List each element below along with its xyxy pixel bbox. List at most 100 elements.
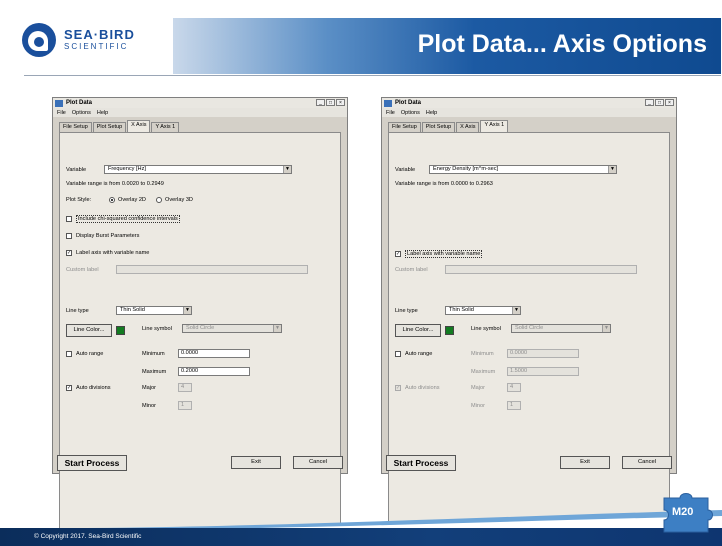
slide-title: Plot Data... Axis Options xyxy=(417,30,707,58)
overlay-2d-label: Overlay 2D xyxy=(118,197,146,203)
minor-field[interactable]: 1 xyxy=(178,401,192,410)
chevron-down-icon: ▼ xyxy=(283,166,291,173)
menu-bar: File Options Help xyxy=(53,108,347,117)
variable-value: Energy Density [m^m-sec] xyxy=(433,166,499,172)
chevron-down-icon: ▼ xyxy=(273,325,281,332)
auto-divisions-checkbox[interactable]: ✓ xyxy=(66,385,72,391)
menu-file[interactable]: File xyxy=(57,110,66,116)
minimize-button[interactable]: _ xyxy=(316,99,325,106)
chi-squared-label: Include chi-squared confidence intervals xyxy=(76,215,180,223)
tab-y-axis-1[interactable]: Y Axis 1 xyxy=(480,120,509,132)
menu-options[interactable]: Options xyxy=(401,110,420,116)
custom-label-label: Custom label xyxy=(395,267,428,273)
cancel-button[interactable]: Cancel xyxy=(293,456,343,469)
start-process-button[interactable]: Start Process xyxy=(386,455,456,471)
exit-button[interactable]: Exit xyxy=(560,456,610,469)
minor-field[interactable]: 1 xyxy=(507,401,521,410)
y-axis-panel: Variable Energy Density [m^m-sec] ▼ Vari… xyxy=(388,132,670,545)
line-color-swatch xyxy=(445,326,454,335)
major-field[interactable]: 4 xyxy=(178,383,192,392)
logo-line-1: SEA·BIRD xyxy=(64,27,135,42)
label-axis-checkbox[interactable]: ✓ xyxy=(66,250,72,256)
auto-range-label: Auto range xyxy=(76,351,104,357)
module-badge-label: M20 xyxy=(672,506,694,518)
overlay-2d-radio[interactable] xyxy=(109,197,115,203)
overlay-3d-radio[interactable] xyxy=(156,197,162,203)
maximize-button[interactable]: □ xyxy=(326,99,335,106)
overlay-3d-label: Overlay 3D xyxy=(165,197,193,203)
label-axis-checkbox[interactable]: ✓ xyxy=(395,251,401,257)
window-titlebar: Plot Data _ □ × xyxy=(382,98,676,108)
tab-strip: File Setup Plot Setup X Axis Y Axis 1 xyxy=(388,120,509,132)
major-field[interactable]: 4 xyxy=(507,383,521,392)
plot-data-window-x-axis: Plot Data _ □ × File Options Help File S… xyxy=(52,97,348,545)
minimum-field[interactable]: 0.0000 xyxy=(507,349,579,358)
close-button[interactable]: × xyxy=(665,99,674,106)
tab-plot-setup[interactable]: Plot Setup xyxy=(92,122,127,132)
minimum-field[interactable]: 0.0000 xyxy=(178,349,250,358)
plot-data-window-y-axis: Plot Data _ □ × File Options Help File S… xyxy=(381,97,677,545)
maximum-label: Maximum xyxy=(471,369,496,375)
tab-strip: File Setup Plot Setup X Axis Y Axis 1 xyxy=(59,120,180,132)
maximum-field[interactable]: 0.2000 xyxy=(178,367,250,376)
app-icon xyxy=(384,99,392,107)
line-symbol-value: Solid Circle xyxy=(186,325,215,331)
menu-file[interactable]: File xyxy=(386,110,395,116)
tab-x-axis[interactable]: X Axis xyxy=(456,122,480,132)
major-label: Major xyxy=(471,385,485,391)
line-symbol-select[interactable]: Solid Circle ▼ xyxy=(182,324,282,333)
custom-label-label: Custom label xyxy=(66,267,99,273)
line-color-button[interactable]: Line Color... xyxy=(66,324,112,337)
window-title: Plot Data xyxy=(395,100,422,106)
line-type-value: Thin Solid xyxy=(449,307,474,313)
variable-range-text: Variable range is from 0.0020 to 0.2949 xyxy=(66,181,164,187)
slide: SEA·BIRD SCIENTIFIC Plot Data... Axis Op… xyxy=(0,0,722,546)
variable-value: Frequency [Hz] xyxy=(108,166,146,172)
exit-button[interactable]: Exit xyxy=(231,456,281,469)
chevron-down-icon: ▼ xyxy=(608,166,616,173)
tab-file-setup[interactable]: File Setup xyxy=(59,122,92,132)
tab-y-axis-1[interactable]: Y Axis 1 xyxy=(151,122,180,132)
variable-select[interactable]: Energy Density [m^m-sec] ▼ xyxy=(429,165,617,174)
menu-help[interactable]: Help xyxy=(426,110,437,116)
maximum-field[interactable]: 1.5000 xyxy=(507,367,579,376)
sea-bird-logo: SEA·BIRD SCIENTIFIC xyxy=(22,20,152,60)
auto-divisions-checkbox[interactable]: ✓ xyxy=(395,385,401,391)
line-type-value: Thin Solid xyxy=(120,307,145,313)
line-color-swatch xyxy=(116,326,125,335)
close-button[interactable]: × xyxy=(336,99,345,106)
minor-label: Minor xyxy=(471,403,485,409)
line-type-label: Line type xyxy=(66,308,89,314)
logo-line-2: SCIENTIFIC xyxy=(64,42,129,51)
burst-parameters-checkbox[interactable] xyxy=(66,233,72,239)
label-axis-label: Label axis with variable name xyxy=(405,250,483,258)
maximum-label: Maximum xyxy=(142,369,167,375)
auto-range-checkbox[interactable] xyxy=(395,351,401,357)
auto-range-label: Auto range xyxy=(405,351,433,357)
line-type-select[interactable]: Thin Solid ▼ xyxy=(445,306,521,315)
maximize-button[interactable]: □ xyxy=(655,99,664,106)
custom-label-field[interactable] xyxy=(116,265,308,274)
auto-range-checkbox[interactable] xyxy=(66,351,72,357)
variable-select[interactable]: Frequency [Hz] ▼ xyxy=(104,165,292,174)
chi-squared-checkbox[interactable] xyxy=(66,216,72,222)
tab-x-axis[interactable]: X Axis xyxy=(127,120,151,132)
custom-label-field[interactable] xyxy=(445,265,637,274)
cancel-button[interactable]: Cancel xyxy=(622,456,672,469)
tab-file-setup[interactable]: File Setup xyxy=(388,122,421,132)
line-type-select[interactable]: Thin Solid ▼ xyxy=(116,306,192,315)
line-color-button[interactable]: Line Color... xyxy=(395,324,441,337)
line-symbol-label: Line symbol xyxy=(471,326,501,332)
menu-options[interactable]: Options xyxy=(72,110,91,116)
menu-help[interactable]: Help xyxy=(97,110,108,116)
minimize-button[interactable]: _ xyxy=(645,99,654,106)
label-axis-label: Label axis with variable name xyxy=(76,250,150,256)
start-process-button[interactable]: Start Process xyxy=(57,455,127,471)
line-symbol-select[interactable]: Solid Circle ▼ xyxy=(511,324,611,333)
menu-bar: File Options Help xyxy=(382,108,676,117)
major-label: Major xyxy=(142,385,156,391)
tab-plot-setup[interactable]: Plot Setup xyxy=(421,122,456,132)
auto-divisions-label: Auto divisions xyxy=(76,385,111,391)
minimum-label: Minimum xyxy=(471,351,494,357)
line-symbol-label: Line symbol xyxy=(142,326,172,332)
